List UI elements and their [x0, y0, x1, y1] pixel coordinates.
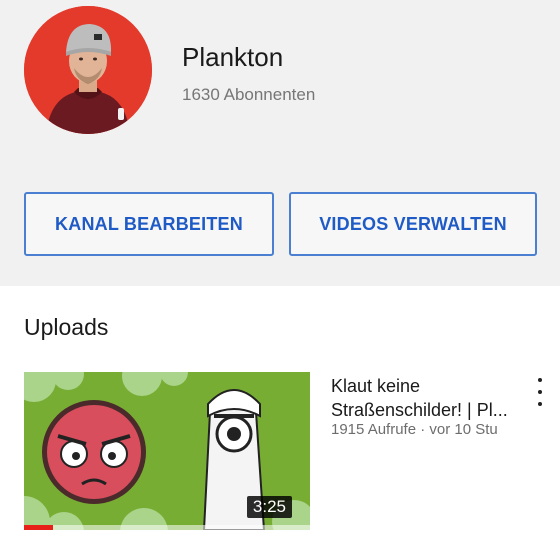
- video-meta: 1915 Aufrufe · vor 10 Stu: [331, 421, 498, 438]
- more-vert-icon[interactable]: [531, 376, 549, 408]
- manage-videos-button[interactable]: VIDEOS VERWALTEN: [289, 192, 537, 256]
- edit-channel-button[interactable]: KANAL BEARBEITEN: [24, 192, 274, 256]
- more-dot: [538, 378, 542, 382]
- watch-progress-fill: [24, 525, 53, 530]
- video-title[interactable]: Klaut keine Straßenschilder! | Pl...: [331, 374, 521, 422]
- video-title-line-1: Klaut keine: [331, 376, 421, 396]
- video-thumbnail[interactable]: 3:25: [24, 372, 310, 530]
- more-dot: [538, 390, 542, 394]
- uploads-heading: Uploads: [24, 314, 109, 340]
- channel-header: Plankton 1630 Abonnenten KANAL BEARBEITE…: [0, 0, 560, 286]
- subscriber-count: 1630 Abonnenten: [182, 85, 316, 104]
- watch-progress-track: [24, 525, 310, 530]
- video-title-line-2: Straßenschilder! | Pl...: [331, 400, 508, 420]
- avatar-image: [24, 6, 152, 134]
- channel-name: Plankton: [182, 42, 284, 72]
- video-duration: 3:25: [246, 496, 292, 518]
- channel-avatar[interactable]: [24, 6, 152, 134]
- more-dot: [538, 402, 542, 406]
